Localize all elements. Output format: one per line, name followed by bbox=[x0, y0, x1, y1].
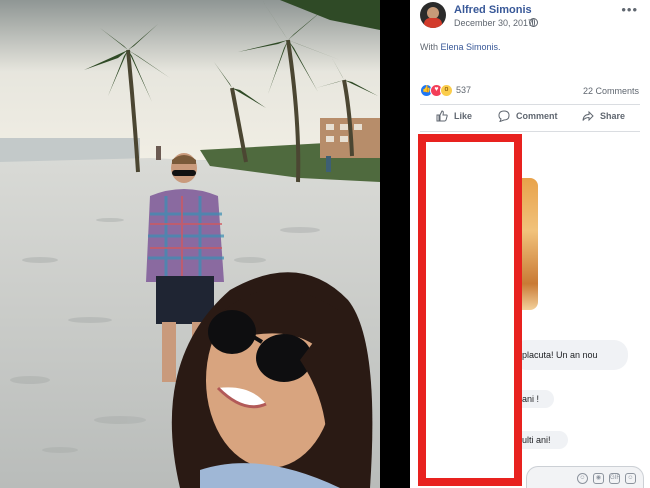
gif-icon[interactable]: GIF bbox=[609, 473, 620, 484]
like-label: Like bbox=[454, 111, 473, 121]
comment-label: Comment bbox=[516, 111, 558, 121]
comments-count-link[interactable]: 22 Comments bbox=[583, 86, 639, 96]
post-actions-bar: Like Comment Share bbox=[410, 106, 650, 130]
share-arrow-icon bbox=[582, 110, 594, 122]
globe-icon bbox=[529, 18, 538, 27]
comment-text: placuta! Un an nou bbox=[522, 350, 598, 360]
tagged-with-line: With Elena Simonis. bbox=[420, 42, 501, 52]
comment-text: ulti ani! bbox=[522, 435, 551, 445]
share-button[interactable]: Share bbox=[582, 110, 625, 128]
author-avatar[interactable] bbox=[420, 2, 446, 28]
post-photo[interactable] bbox=[0, 0, 380, 488]
more-options-icon[interactable]: ••• bbox=[621, 2, 638, 17]
share-label: Share bbox=[600, 111, 626, 121]
post-header: Alfred Simonis December 30, 2017 ••• bbox=[410, 0, 650, 36]
reaction-count: 537 bbox=[456, 85, 472, 95]
with-prefix: With bbox=[420, 42, 438, 52]
camera-icon[interactable]: ◉ bbox=[593, 473, 604, 484]
photo-viewer-gutter bbox=[380, 0, 410, 488]
post-date-link[interactable]: December 30, 2017 bbox=[454, 18, 533, 28]
tagged-person-link[interactable]: Elena Simonis. bbox=[441, 42, 501, 52]
comment-button[interactable]: Comment bbox=[498, 110, 558, 128]
comment-text: ani ! bbox=[522, 394, 540, 404]
divider-bottom bbox=[420, 131, 640, 132]
thumbs-up-icon bbox=[436, 110, 448, 122]
emoji-icon[interactable]: ☺ bbox=[577, 473, 588, 484]
comment-bubble: placuta! Un an nou bbox=[512, 340, 628, 370]
comment-bubble-icon bbox=[498, 110, 510, 122]
beach-selfie-image bbox=[0, 0, 380, 488]
comment-photo-partial[interactable] bbox=[522, 178, 538, 310]
comment-composer-input[interactable]: ☺ ◉ GIF ☺ bbox=[526, 466, 644, 488]
author-name-link[interactable]: Alfred Simonis bbox=[454, 4, 532, 16]
wow-reaction-icon: o bbox=[440, 84, 453, 97]
redaction-box bbox=[418, 134, 522, 486]
divider-top bbox=[420, 104, 640, 105]
sticker-icon[interactable]: ☺ bbox=[625, 473, 636, 484]
like-button[interactable]: Like bbox=[436, 110, 472, 128]
